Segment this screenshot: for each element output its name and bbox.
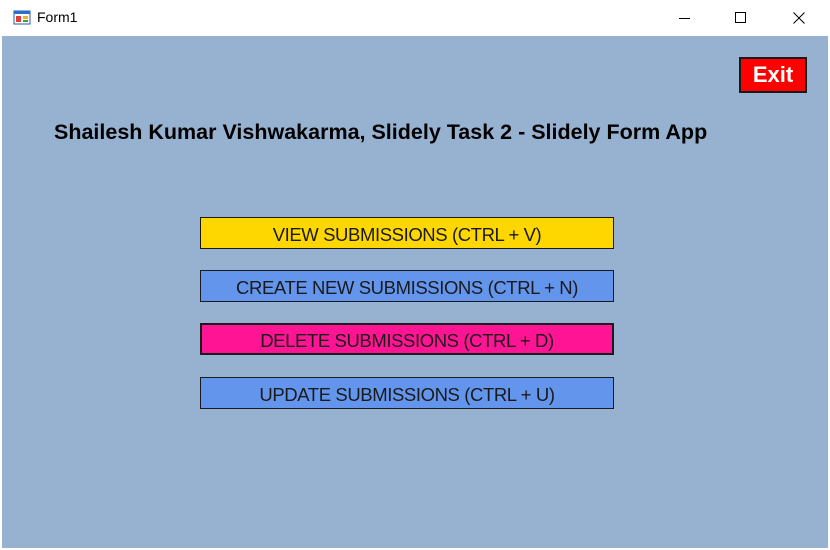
page-title: Shailesh Kumar Vishwakarma, Slidely Task… xyxy=(54,120,708,144)
delete-submissions-button[interactable]: DELETE SUBMISSIONS (CTRL + D) xyxy=(200,323,614,355)
minimize-icon xyxy=(679,18,690,19)
maximize-icon xyxy=(735,12,746,23)
exit-button[interactable]: Exit xyxy=(739,57,807,93)
app-window: Form1 Exit Shailesh Kumar Vishwakarma, S… xyxy=(0,0,830,550)
winforms-app-icon xyxy=(13,10,31,25)
window-title: Form1 xyxy=(37,9,78,25)
title-bar[interactable]: Form1 xyxy=(0,0,830,36)
create-new-submission-button[interactable]: CREATE NEW SUBMISSIONS (CTRL + N) xyxy=(200,270,614,302)
form-client-area: Exit Shailesh Kumar Vishwakarma, Slidely… xyxy=(2,36,828,548)
minimize-button[interactable] xyxy=(656,0,714,36)
maximize-button[interactable] xyxy=(712,0,770,36)
close-window-button[interactable] xyxy=(770,0,828,36)
update-submissions-button[interactable]: UPDATE SUBMISSIONS (CTRL + U) xyxy=(200,377,614,409)
view-submissions-button[interactable]: VIEW SUBMISSIONS (CTRL + V) xyxy=(200,217,614,249)
close-icon xyxy=(793,12,805,24)
